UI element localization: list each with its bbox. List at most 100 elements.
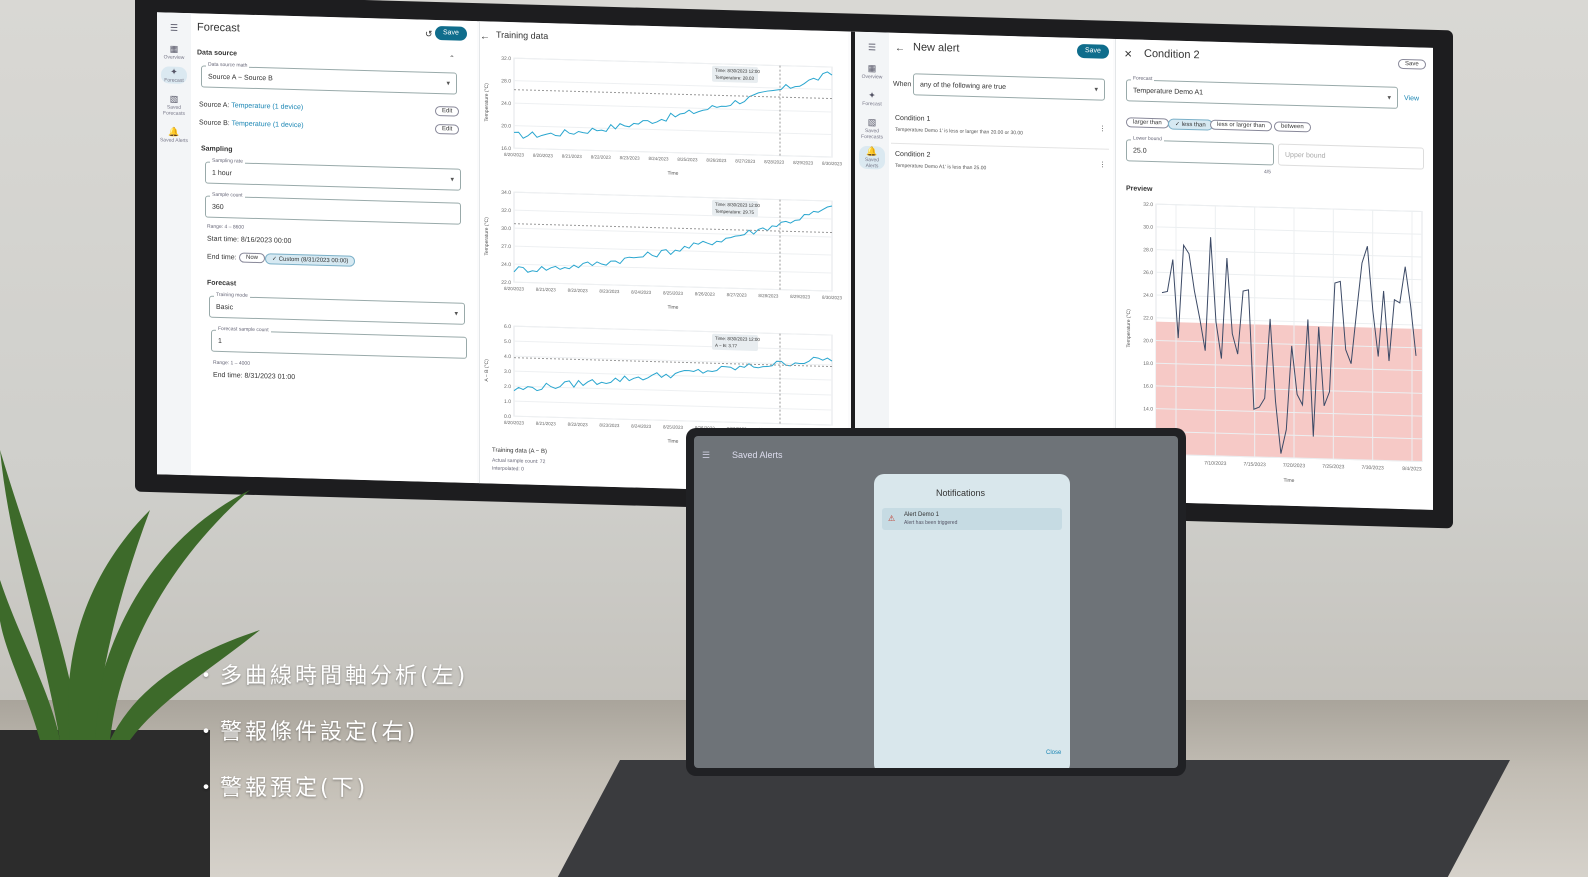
x-tick-label: 8/25/2023 xyxy=(677,157,698,163)
page-title: Forecast xyxy=(197,21,240,35)
chip-between[interactable]: between xyxy=(1274,121,1311,133)
saved-alerts-title: Saved Alerts xyxy=(732,450,783,460)
field-caption: Sampling rate xyxy=(210,156,245,166)
y-tick-label: 14.0 xyxy=(1143,406,1153,412)
sample-count-input[interactable]: Sample count 360 xyxy=(205,190,461,225)
more-vert-icon[interactable]: ⋮ xyxy=(1099,125,1106,133)
rail-item-forecast[interactable]: ✦ Forecast xyxy=(855,90,889,108)
source-a-label: Source A: xyxy=(199,101,230,110)
save-condition-button[interactable]: Save xyxy=(1398,58,1426,70)
edit-source-a-button[interactable]: Edit xyxy=(435,105,460,117)
end-custom-chip[interactable]: ✓ Custom (8/31/2023 00:00) xyxy=(265,253,356,267)
close-icon[interactable]: ✕ xyxy=(1124,49,1132,60)
y-tick-label: 16.0 xyxy=(1143,384,1153,390)
history-icon[interactable]: ↺ xyxy=(425,29,433,40)
save-alert-button[interactable]: Save xyxy=(1077,43,1109,59)
plant-decoration xyxy=(0,450,260,877)
x-tick-label: 8/29/2023 xyxy=(793,160,814,166)
rail-item-saved-alerts[interactable]: 🔔 Saved Alerts xyxy=(157,126,191,145)
condition-title: Condition 2 xyxy=(895,150,931,159)
y-tick-label: 20.0 xyxy=(501,123,511,129)
source-a-link[interactable]: Temperature (1 device) xyxy=(231,102,303,111)
x-tick-label: 8/28/2023 xyxy=(764,159,785,165)
y-axis-label: Temperature (°C) xyxy=(484,217,490,256)
field-caption: Lower bound xyxy=(1131,134,1164,144)
rail-item-saved-forecasts[interactable]: ▧ Saved Forecasts xyxy=(855,117,889,141)
y-tick-label: 32.0 xyxy=(501,208,511,214)
x-tick-label: 8/24/2023 xyxy=(631,289,652,295)
x-axis-label: Time xyxy=(668,170,679,176)
forecast-heading: Forecast xyxy=(207,279,237,288)
x-tick-label: 8/20/2023 xyxy=(504,420,525,426)
x-tick-label: 7/25/2023 xyxy=(1322,464,1344,471)
x-tick-label: 8/22/2023 xyxy=(591,154,612,160)
chip-less-than[interactable]: ✓ less than xyxy=(1168,118,1213,131)
laptop-screen: ☰ Saved Alerts Notifications ⚠ Alert Dem… xyxy=(694,436,1178,768)
tooltip-value: A − B: 3.77 xyxy=(715,343,738,349)
collapse-icon[interactable]: ⌃ xyxy=(449,54,455,62)
x-axis-label: Time xyxy=(668,438,679,444)
condition-item[interactable]: Condition 1 Temperature Demo 1' is less … xyxy=(891,110,1109,150)
upper-bound-input[interactable]: Upper bound xyxy=(1278,143,1424,170)
sampling-rate-select[interactable]: Sampling rate 1 hour ▾ xyxy=(205,156,461,191)
training-mode-select[interactable]: Training mode Basic ▾ xyxy=(209,290,465,325)
field-value: 1 hour xyxy=(212,169,232,178)
rail-item-overview[interactable]: ▦ Overview xyxy=(157,43,191,61)
end-now-chip[interactable]: Now xyxy=(239,252,266,264)
when-select[interactable]: any of the following are true ▾ xyxy=(913,73,1105,101)
y-tick-label: 27.0 xyxy=(501,244,511,250)
forecast-select[interactable]: Forecast Temperature Demo A1 ▾ xyxy=(1126,74,1398,109)
forecast-range: Range: 1 – 4000 xyxy=(213,359,250,367)
when-label: When xyxy=(893,80,912,89)
rail-item-overview[interactable]: ▦ Overview xyxy=(855,63,889,81)
x-axis-label: Time xyxy=(668,304,679,310)
training-footer-title: Training data (A − B) xyxy=(492,447,547,456)
x-tick-label: 8/26/2023 xyxy=(695,291,716,297)
y-tick-label: 24.0 xyxy=(501,101,511,107)
y-tick-label: 1.0 xyxy=(504,399,511,405)
x-tick-label: 8/25/2023 xyxy=(663,424,684,430)
condition-item[interactable]: Condition 2 Temperature Demo A1' is less… xyxy=(891,147,1109,185)
y-tick-label: 26.0 xyxy=(1143,270,1153,276)
back-arrow-icon[interactable]: ← xyxy=(895,43,905,54)
training-title: Training data xyxy=(496,29,549,42)
field-caption: Data source math xyxy=(206,60,250,70)
view-link[interactable]: View xyxy=(1404,95,1419,102)
x-tick-label: 8/4/2023 xyxy=(1402,466,1422,473)
tooltip-value: Temperature: 29.75 xyxy=(715,209,755,215)
y-axis-label: Temperature (°C) xyxy=(1126,309,1132,348)
close-button[interactable]: Close xyxy=(1046,750,1061,756)
rail-item-saved-alerts[interactable]: 🔔 Saved Alerts xyxy=(859,145,885,170)
back-arrow-icon[interactable]: ← xyxy=(480,31,490,42)
notification-item[interactable]: ⚠ Alert Demo 1 Alert has been triggered xyxy=(882,508,1062,530)
menu-icon[interactable]: ☰ xyxy=(702,450,710,461)
training-chart-2: 34.032.030.027.024.022.08/20/2023 8/21/20… xyxy=(484,190,842,311)
lower-bound-input[interactable]: Lower bound 25.0 xyxy=(1126,134,1274,166)
source-b-row: Source B: Temperature (1 device) xyxy=(199,119,304,129)
chip-less-or-larger-than[interactable]: less or larger than xyxy=(1210,119,1273,132)
data-source-math-select[interactable]: Data source math Source A − Source B ▾ xyxy=(201,60,457,95)
source-b-link[interactable]: Temperature (1 device) xyxy=(232,120,304,129)
field-value: any of the following are true xyxy=(920,81,1006,91)
field-caption: Sample count xyxy=(210,190,245,200)
source-b-label: Source B: xyxy=(199,119,230,128)
save-button[interactable]: Save xyxy=(435,25,467,41)
edit-source-b-button[interactable]: Edit xyxy=(435,123,460,135)
data-source-heading: Data source xyxy=(197,49,238,58)
chevron-down-icon: ▾ xyxy=(1387,94,1391,102)
x-tick-label: 8/22/2023 xyxy=(568,422,589,428)
menu-icon[interactable]: ☰ xyxy=(157,22,191,34)
nav-rail: ☰ ▦ Overview ✦ Forecast ▧ Saved Forecasts 🔔… xyxy=(855,31,889,495)
more-vert-icon[interactable]: ⋮ xyxy=(1099,161,1106,169)
forecast-sample-count-input[interactable]: Forecast sample count 1 xyxy=(211,324,467,359)
rail-item-forecast[interactable]: ✦ Forecast xyxy=(161,66,187,85)
y-tick-label: 24.0 xyxy=(501,262,511,268)
x-tick-label: 7/10/2023 xyxy=(1204,460,1226,467)
menu-icon[interactable]: ☰ xyxy=(855,42,889,54)
rail-item-saved-forecasts[interactable]: ▧ Saved Forecasts xyxy=(157,93,191,117)
x-tick-label: 8/21/2023 xyxy=(536,421,557,427)
condition-title: Condition 1 xyxy=(895,114,931,123)
chip-larger-than[interactable]: larger than xyxy=(1126,117,1169,129)
source-a-row: Source A: Temperature (1 device) xyxy=(199,101,303,111)
field-caption: Forecast sample count xyxy=(216,324,271,335)
